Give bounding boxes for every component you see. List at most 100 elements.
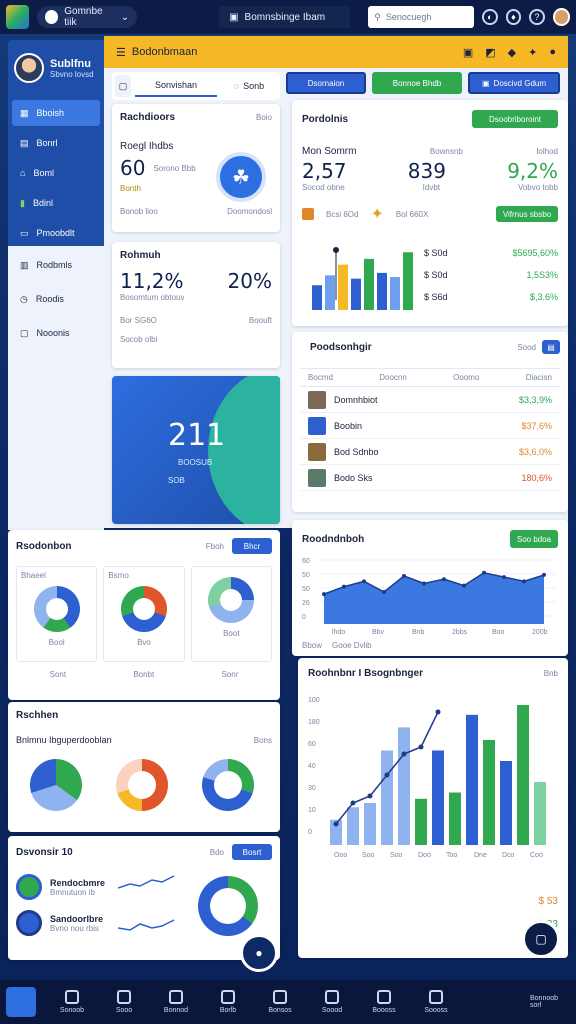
table-row[interactable]: Bodo Sks 180,6%: [300, 465, 560, 491]
overview-value: 60: [120, 156, 146, 180]
app-switcher[interactable]: Gomnbe tiik ⌄: [37, 6, 138, 28]
sidebar-item-4[interactable]: ▮ Bdinl: [12, 190, 100, 216]
tool-icon[interactable]: ✦: [528, 46, 537, 59]
rate-value-2: 20%: [227, 269, 272, 293]
bottom-nav-item[interactable]: Soood: [306, 990, 358, 1014]
help-icon[interactable]: ?: [529, 9, 545, 25]
donut-card[interactable]: Bsmo Bvo: [103, 566, 185, 662]
card-title: Rsodonbon: [16, 540, 72, 552]
card-title: Poodsonhgir: [310, 341, 372, 353]
trend-button[interactable]: Soo bdoa: [510, 530, 558, 548]
sidebar-item-label: Pmoobdlt: [36, 228, 75, 238]
sidebar-item-6[interactable]: ▥ Rodbmls: [12, 252, 100, 278]
window-title: ▣ Bomnsbinge Ibam: [219, 6, 351, 28]
donut-card[interactable]: Bhaeel Bool: [16, 566, 98, 662]
sidebar-item-7[interactable]: ◷ Roodis: [12, 286, 100, 312]
column-header[interactable]: Bocmd: [308, 373, 333, 382]
sidebar-item-5[interactable]: ▭ Pmoobdlt: [12, 220, 100, 246]
profile-block[interactable]: Sublfnu Sbvno lovsd: [8, 40, 104, 96]
sidebar-item-2[interactable]: ▤ Bonrl: [12, 130, 100, 156]
stat-label: $ S6d: [424, 292, 448, 302]
sidebar-item-label: Bdinl: [32, 198, 53, 208]
research-link[interactable]: Bons: [254, 736, 272, 745]
bar: [381, 750, 393, 845]
pie-row: [30, 759, 254, 811]
sidebar-item-8[interactable]: ▢ Nooonis: [12, 320, 100, 346]
bottom-nav-item[interactable]: Soooss: [410, 990, 462, 1014]
tab-second[interactable]: ◌ Sonb: [221, 75, 277, 97]
devices-button[interactable]: Bosrt: [232, 844, 272, 860]
perf-foot-button[interactable]: Vifrnus sbsbo: [496, 206, 558, 222]
nav-label: Boooss: [372, 1007, 396, 1014]
bottom-nav-item[interactable]: Borlb: [202, 990, 254, 1014]
calendar-icon: ▤: [20, 137, 29, 148]
table-row[interactable]: Boobin $37,6%: [300, 413, 560, 439]
performance-button[interactable]: Dsoobriboroint: [472, 110, 558, 128]
column-header[interactable]: Doocnn: [379, 373, 407, 382]
table-header: Bocmd Doocnn Ooomo Diacisn: [300, 368, 560, 387]
bell-icon[interactable]: ♦: [505, 9, 522, 25]
pie-hole: [128, 771, 156, 799]
menu-icon[interactable]: ☰: [116, 46, 126, 59]
donuts-link[interactable]: Fboh: [206, 542, 224, 551]
nav-icon: [377, 990, 391, 1004]
user-avatar[interactable]: [552, 8, 571, 26]
column-header[interactable]: Ooomo: [453, 373, 479, 382]
bottom-nav-item[interactable]: Boooss: [358, 990, 410, 1014]
chat-fab[interactable]: ●: [240, 934, 278, 972]
bar: [312, 285, 322, 310]
area-point: [482, 570, 486, 575]
area-point: [402, 574, 406, 578]
user-icon[interactable]: ●: [549, 46, 556, 59]
sidebar-item-label: Nooonis: [36, 328, 70, 338]
card-title: Rohmuh: [120, 250, 161, 261]
sidebar-item-label: Boml: [33, 168, 54, 178]
home-tab-icon[interactable]: [6, 987, 36, 1017]
box-icon: ▭: [20, 227, 29, 238]
search-input[interactable]: ⚲ Senocuegh: [368, 6, 475, 28]
calendar-icon[interactable]: ▤: [542, 340, 560, 354]
lock-icon[interactable]: ▣: [463, 46, 473, 59]
app-logo-icon[interactable]: [6, 5, 29, 29]
perf-foot-1: Bcsi 6Od: [326, 209, 359, 219]
column-header[interactable]: Diacisn: [526, 373, 552, 382]
bottom-right-label: Bonnoob sorl: [530, 995, 559, 1009]
action-button-3[interactable]: ▣ Doscivd Gdum: [468, 72, 560, 94]
bottom-nav-item[interactable]: Sonoob: [46, 990, 98, 1014]
action-button-1[interactable]: Dsornaion: [286, 72, 366, 94]
pin-icon[interactable]: ◆: [508, 46, 516, 59]
bottom-nav-item[interactable]: Bonsos: [254, 990, 306, 1014]
share-icon[interactable]: ◩: [485, 46, 495, 59]
bottom-nav-item[interactable]: Sooo: [98, 990, 150, 1014]
x-tick-label: Bnb: [412, 629, 425, 636]
donut-card[interactable]: Boot: [190, 566, 272, 662]
tab-filter[interactable]: ▢: [115, 75, 131, 97]
trend-point: [367, 793, 373, 799]
sidebar-item-dashboard[interactable]: ▦ Bboish: [12, 100, 100, 126]
tab-label: Sonb: [243, 81, 265, 91]
tag-icon: ▮: [20, 197, 25, 208]
bottom-nav-item[interactable]: Bonnod: [150, 990, 202, 1014]
settings-icon[interactable]: ◐: [482, 9, 498, 25]
nav-label: Sonoob: [59, 1007, 85, 1014]
products-mini-tab[interactable]: Sood: [517, 343, 536, 352]
donuts-button[interactable]: Bhcr: [232, 538, 272, 554]
tab-overview[interactable]: Sonvishan: [135, 75, 217, 97]
trend-point: [350, 800, 356, 806]
perf-label-1: Socod obne: [302, 183, 345, 192]
sidebar-item-3[interactable]: ⌂ Boml: [12, 160, 100, 186]
table-row[interactable]: Domnhbiot $3,3,9%: [300, 387, 560, 413]
marker-dot: [333, 247, 339, 253]
donut-caption: Bool: [48, 638, 65, 647]
y-tick-label: 10: [308, 807, 316, 814]
hero-card[interactable]: 211 BOOSUB SOB: [112, 376, 280, 524]
y-tick-label: 26: [302, 600, 310, 607]
x-tick-label: Dne: [474, 852, 487, 859]
quick-action-fab[interactable]: ▢: [522, 920, 560, 958]
area-point: [422, 581, 426, 586]
home-icon: ⌂: [20, 168, 26, 178]
table-row[interactable]: Bod Sdnbo $3,6,0%: [300, 439, 560, 465]
bar: [483, 740, 495, 845]
action-button-2[interactable]: Bonnoe Bhdb: [372, 72, 462, 94]
tab-bar: ▢ Sonvishan ◌ Sonb: [112, 72, 280, 100]
